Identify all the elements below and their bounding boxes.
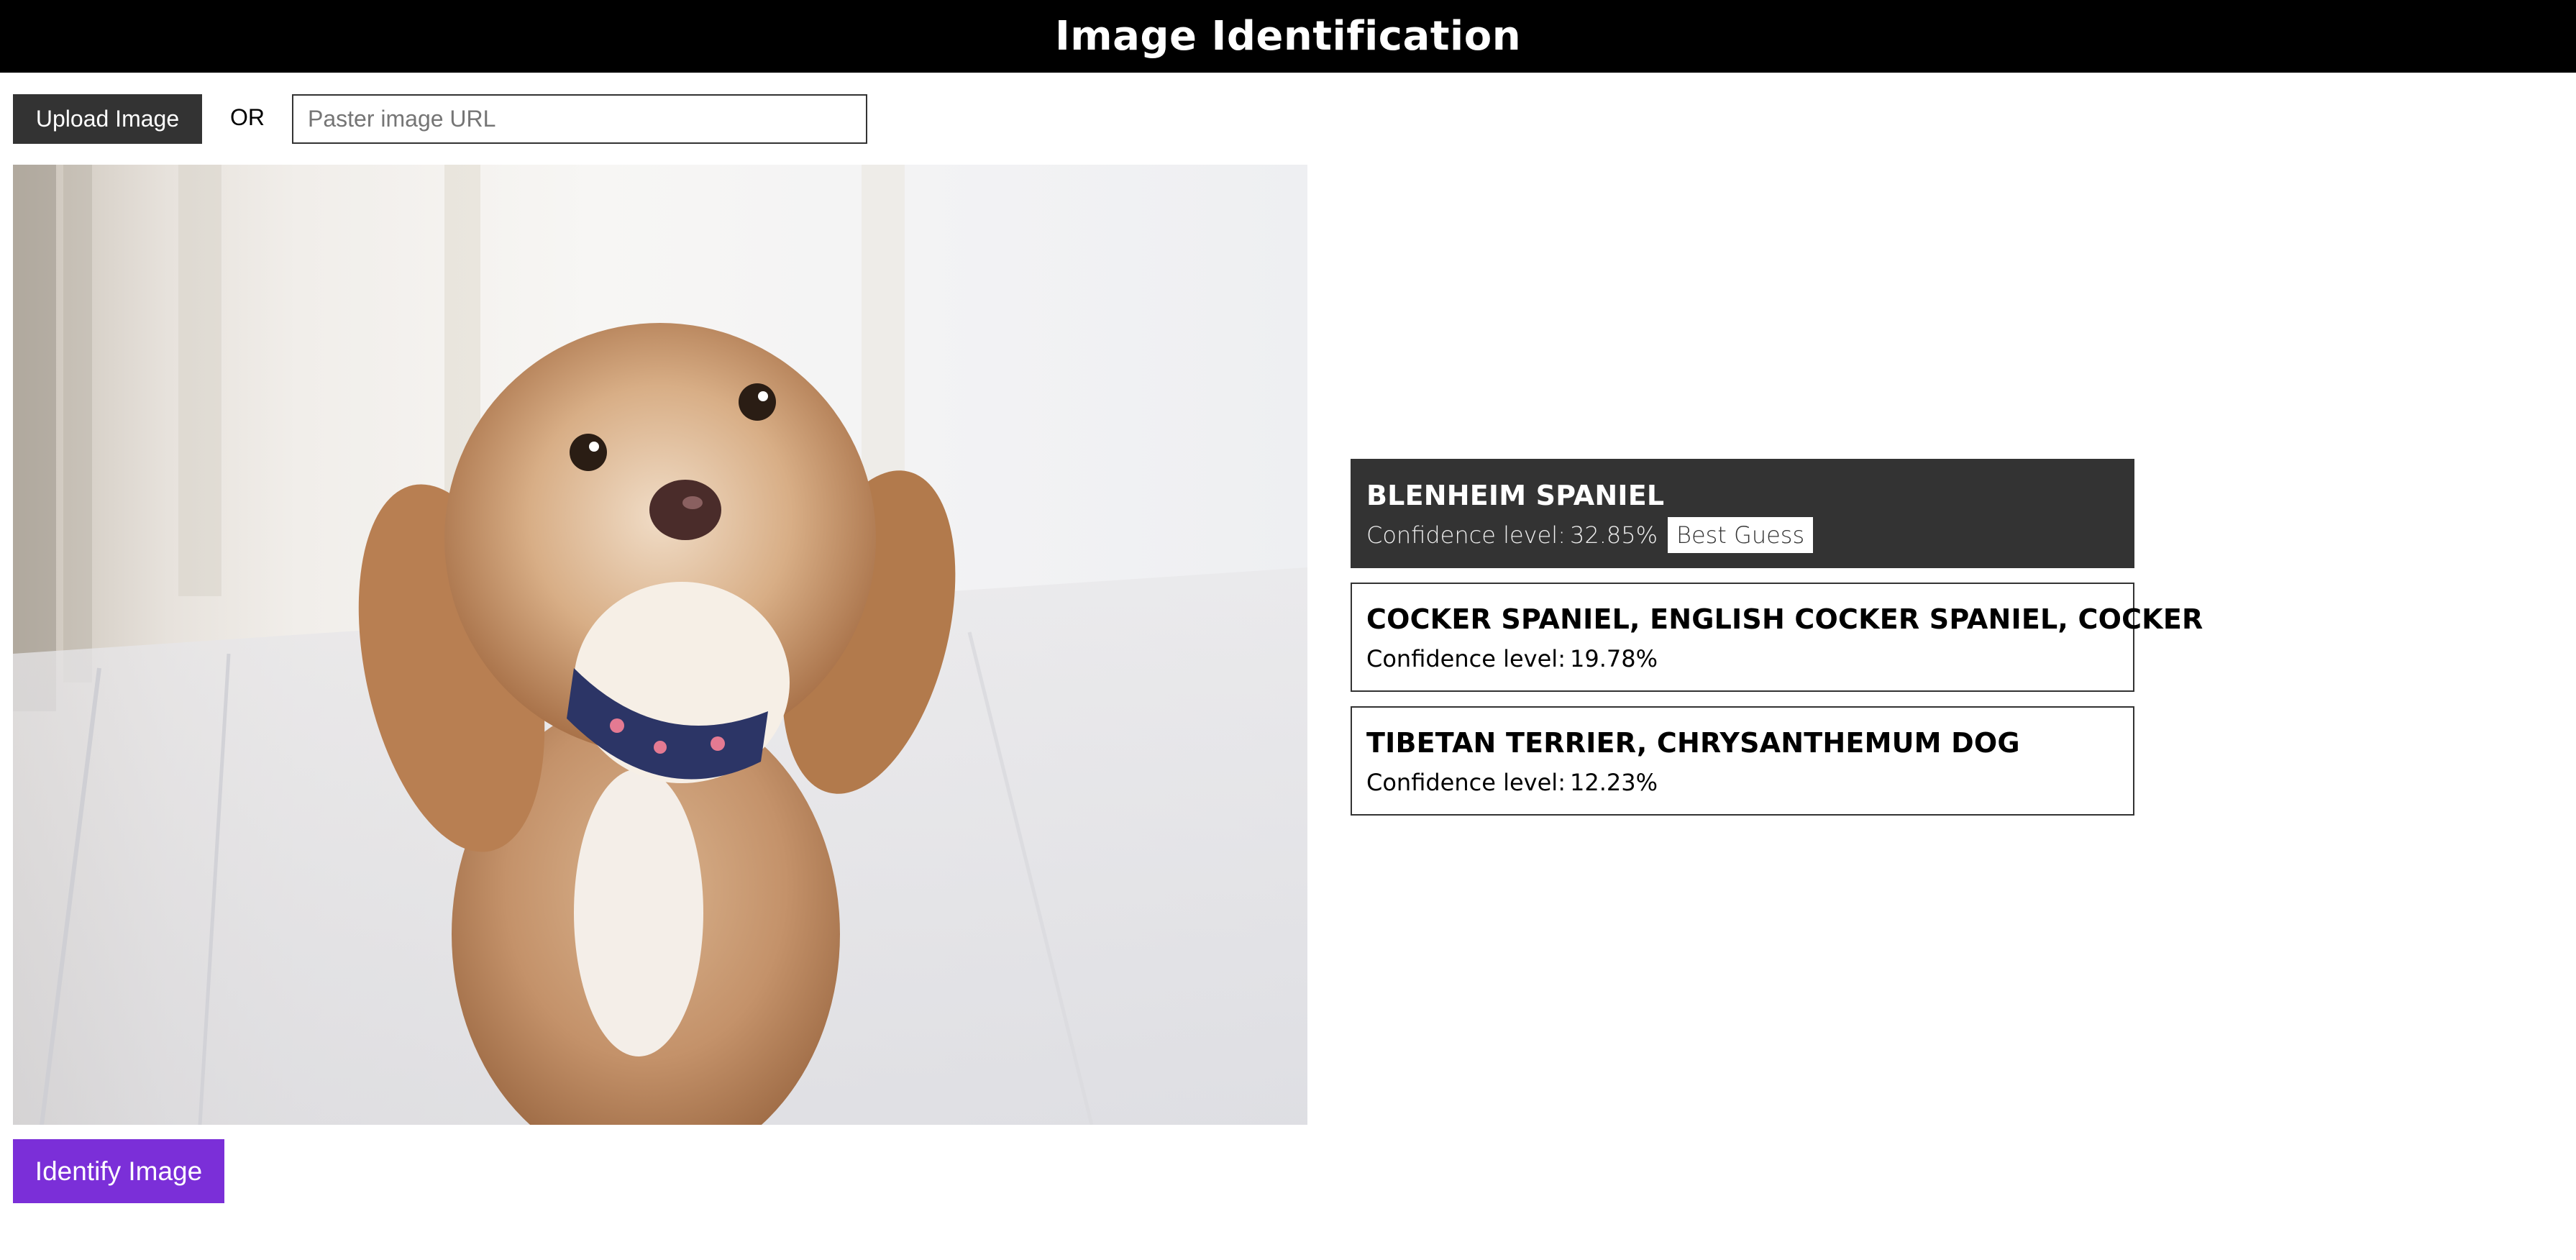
upload-image-button[interactable]: Upload Image — [13, 94, 202, 144]
result-confidence: Confidence level: 12.23% — [1366, 764, 2119, 801]
result-confidence: Confidence level: 32.85% Best Guess — [1366, 516, 2119, 554]
result-confidence: Confidence level: 19.78% — [1366, 640, 2119, 677]
result-title: BLENHEIM SPANIEL — [1366, 480, 1665, 511]
image-url-input[interactable] — [292, 94, 867, 144]
identify-image-button[interactable]: Identify Image — [13, 1139, 224, 1203]
confidence-label: Confidence level: — [1366, 645, 1566, 672]
result-card: COCKER SPANIEL, ENGLISH COCKER SPANIEL, … — [1351, 583, 2203, 692]
confidence-value: 12.23% — [1569, 769, 1658, 796]
result-card-best: BLENHEIM SPANIEL Confidence level: 32.85… — [1351, 459, 2134, 568]
confidence-label: Confidence level: — [1366, 769, 1566, 796]
dog-photo — [13, 165, 1307, 1125]
image-preview — [13, 165, 1307, 1125]
confidence-label: Confidence level: — [1366, 521, 1566, 549]
results-list: BLENHEIM SPANIEL Confidence level: 32.85… — [1351, 459, 2203, 830]
best-guess-badge: Best Guess — [1667, 517, 1814, 553]
result-card: TIBETAN TERRIER, CHRYSANTHEMUM DOG Confi… — [1351, 706, 2134, 816]
or-separator: OR — [230, 104, 265, 130]
result-title: COCKER SPANIEL, ENGLISH COCKER SPANIEL, … — [1366, 603, 2203, 635]
page-title: Image Identification — [1054, 13, 1522, 60]
result-title: TIBETAN TERRIER, CHRYSANTHEMUM DOG — [1366, 727, 2020, 759]
confidence-value: 19.78% — [1569, 645, 1658, 672]
confidence-value: 32.85% — [1569, 521, 1658, 549]
app-header: Image Identification — [0, 0, 2576, 73]
